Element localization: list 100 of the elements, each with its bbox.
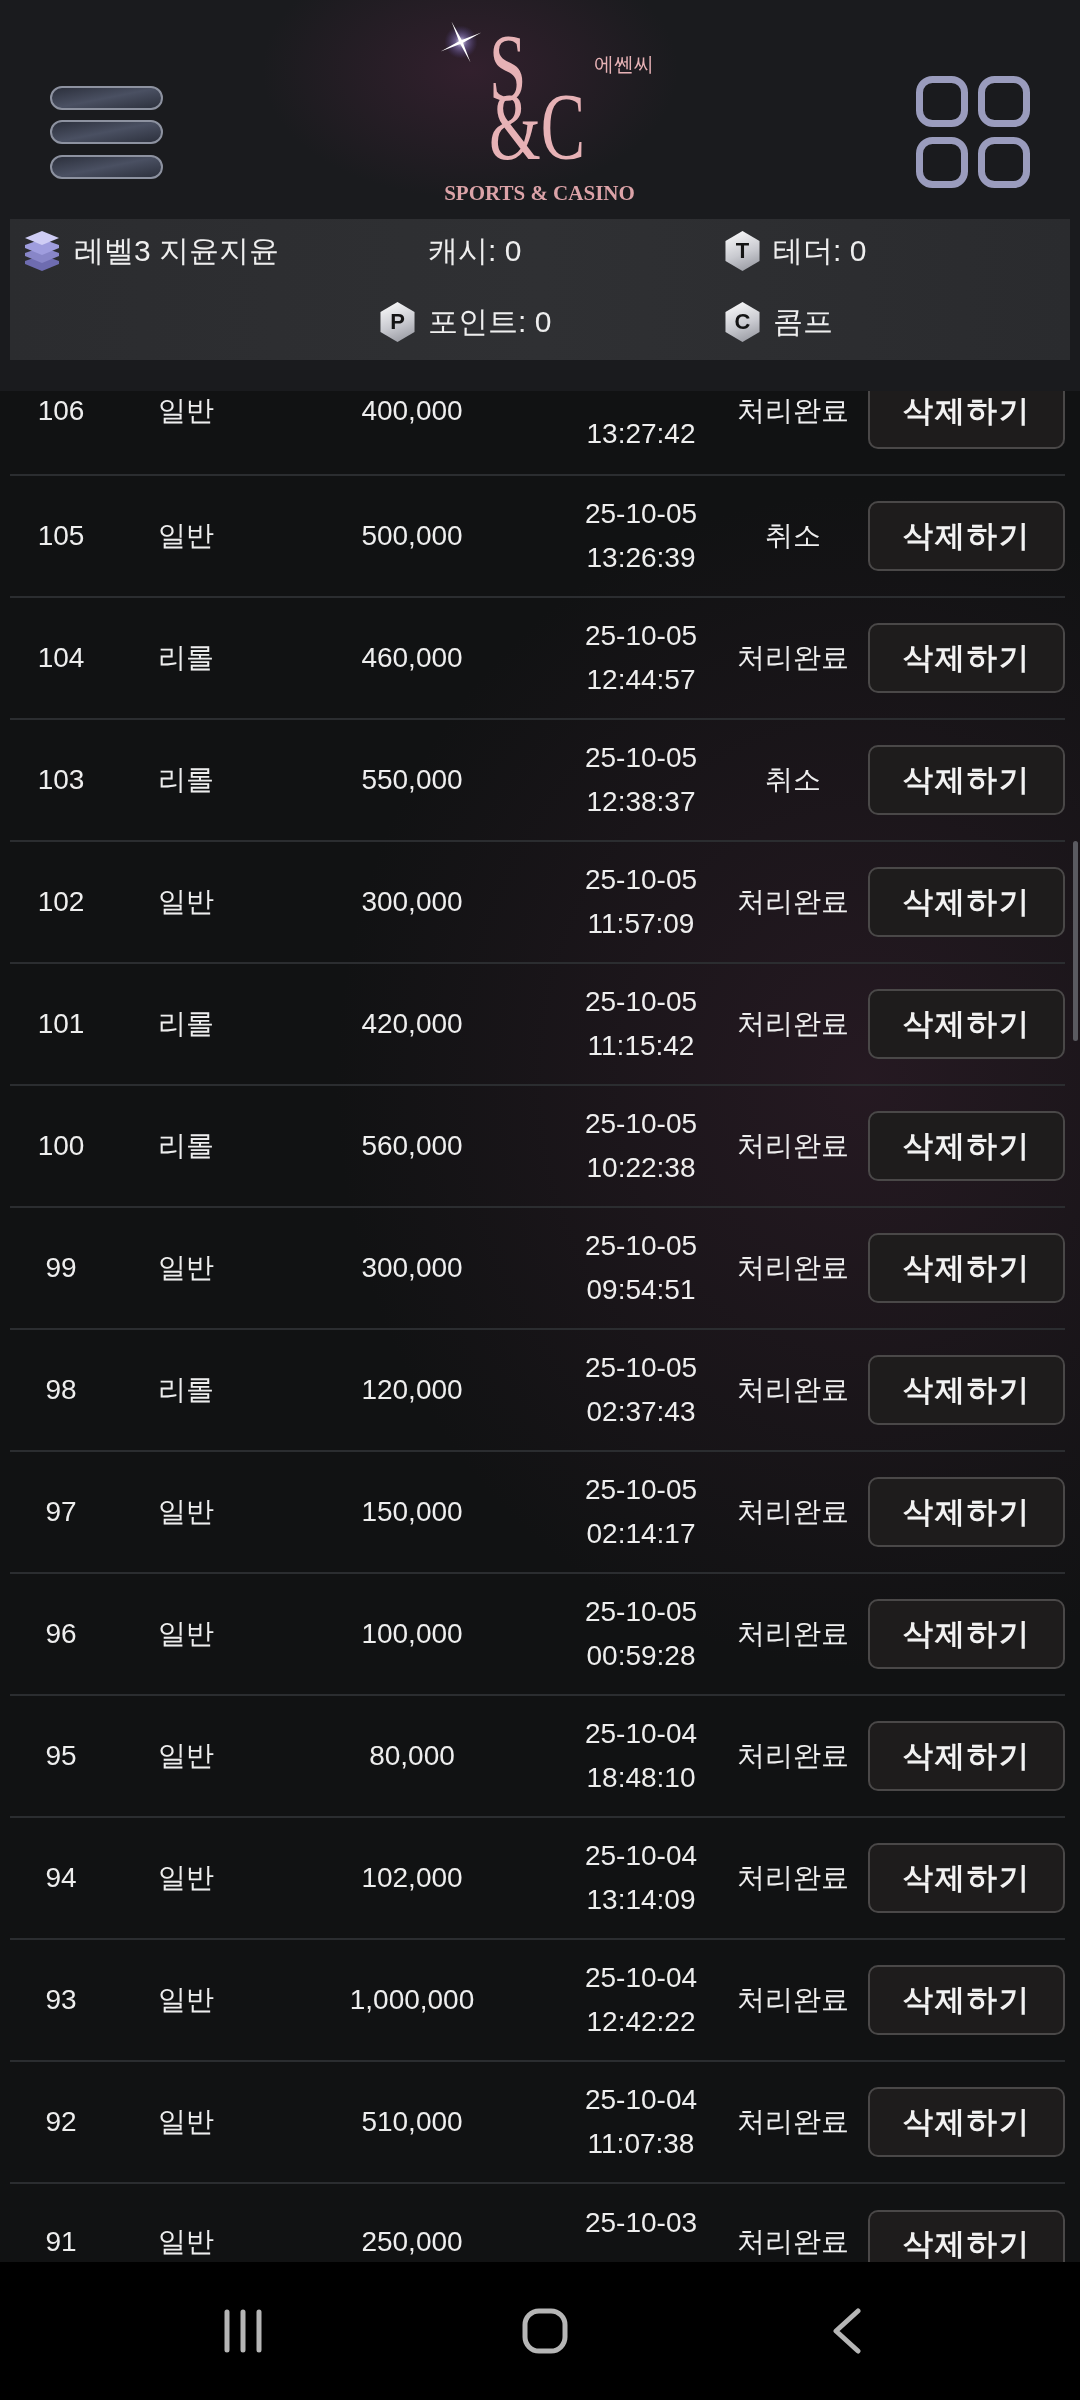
amount: 460,000 (361, 641, 463, 675)
bet-type: 일반 (158, 2225, 214, 2259)
date: 25-10-04 (584, 2083, 698, 2117)
delete-button[interactable]: 삭제하기 (868, 1843, 1065, 1913)
delete-button[interactable]: 삭제하기 (868, 1233, 1065, 1303)
hexagon-badge: P (379, 302, 416, 342)
layers-icon (24, 231, 60, 271)
row-number: 104 (37, 641, 85, 675)
date: 25-10-05 (584, 741, 698, 775)
balance-label: 콤프 (773, 304, 833, 340)
status: 처리완료 (737, 1617, 849, 1651)
menu-icon[interactable] (50, 86, 163, 179)
time: 13:14:09 (586, 1883, 696, 1917)
delete-button[interactable]: 삭제하기 (868, 1721, 1065, 1791)
time: 02:14:17 (586, 1517, 696, 1551)
balance-label: 캐시: 0 (428, 233, 522, 269)
bet-type: 일반 (158, 1495, 214, 1529)
status: 처리완료 (737, 1861, 849, 1895)
amount: 250,000 (361, 2225, 463, 2259)
delete-button[interactable]: 삭제하기 (868, 745, 1065, 815)
status: 처리완료 (737, 1251, 849, 1285)
row-number: 102 (37, 885, 85, 919)
amount: 400,000 (361, 394, 463, 428)
row-number: 91 (45, 2225, 77, 2259)
time: 12:44:57 (586, 663, 696, 697)
delete-button[interactable]: 삭제하기 (868, 867, 1065, 937)
scrollbar-thumb[interactable] (1073, 841, 1078, 1041)
delete-button[interactable]: 삭제하기 (868, 1355, 1065, 1425)
time: 11:07:38 (587, 2127, 695, 2161)
bet-type: 일반 (158, 885, 214, 919)
row-number: 105 (37, 519, 85, 553)
row-number: 96 (45, 1617, 77, 1651)
amount: 500,000 (361, 519, 463, 553)
date: 25-10-04 (584, 1717, 698, 1751)
bet-type: 일반 (158, 1739, 214, 1773)
amount: 1,000,000 (349, 1983, 475, 2017)
delete-button[interactable]: 삭제하기 (868, 623, 1065, 693)
bet-type: 일반 (158, 1983, 214, 2017)
balance-label: 포인트: 0 (428, 304, 552, 340)
status: 처리완료 (737, 885, 849, 919)
time: 00:59:28 (586, 1639, 696, 1673)
row-number: 94 (45, 1861, 77, 1895)
date: 25-10-03 (584, 2206, 698, 2240)
amount: 120,000 (361, 1373, 463, 1407)
delete-button[interactable]: 삭제하기 (868, 989, 1065, 1059)
delete-button[interactable]: 삭제하기 (868, 501, 1065, 571)
recent-apps-icon[interactable] (223, 2309, 263, 2353)
bet-type: 리롤 (158, 641, 214, 675)
hexagon-badge: T (724, 231, 761, 271)
bet-type: 일반 (158, 394, 214, 428)
amount: 560,000 (361, 1129, 463, 1163)
delete-button[interactable]: 삭제하기 (868, 1965, 1065, 2035)
user-level-name: 레벨3 지윤지윤 (74, 233, 280, 269)
date: 25-10-04 (584, 1961, 698, 1995)
home-icon[interactable] (522, 2308, 568, 2354)
status: 처리완료 (737, 394, 849, 428)
date: 25-10-05 (584, 1107, 698, 1141)
row-number: 99 (45, 1251, 77, 1285)
status: 처리완료 (737, 2225, 849, 2259)
time: 12:38:37 (586, 785, 696, 819)
delete-button[interactable]: 삭제하기 (868, 1111, 1065, 1181)
date: 25-10-05 (584, 863, 698, 897)
delete-button[interactable]: 삭제하기 (868, 1477, 1065, 1547)
apps-grid-icon[interactable] (916, 76, 1030, 188)
bet-type: 일반 (158, 519, 214, 553)
bet-type: 일반 (158, 1861, 214, 1895)
delete-button[interactable]: 삭제하기 (868, 1599, 1065, 1669)
date: 25-10-05 (584, 1351, 698, 1385)
amount: 420,000 (361, 1007, 463, 1041)
status: 취소 (765, 519, 821, 553)
date: 25-10-04 (584, 1839, 698, 1873)
row-number: 92 (45, 2105, 77, 2139)
row-number: 97 (45, 1495, 77, 1529)
status: 처리완료 (737, 641, 849, 675)
amount: 80,000 (369, 1739, 455, 1773)
amount: 550,000 (361, 763, 463, 797)
delete-button[interactable]: 삭제하기 (868, 391, 1065, 449)
bet-type: 리롤 (158, 1007, 214, 1041)
row-number: 93 (45, 1983, 77, 2017)
time: 12:42:22 (586, 2005, 696, 2039)
row-number: 100 (37, 1129, 85, 1163)
delete-button[interactable]: 삭제하기 (868, 2087, 1065, 2157)
status: 처리완료 (737, 1007, 849, 1041)
row-number: 95 (45, 1739, 77, 1773)
status: 처리완료 (737, 1983, 849, 2017)
logo-tagline: SPORTS & CASINO (443, 182, 636, 206)
amount: 300,000 (361, 885, 463, 919)
status: 처리완료 (737, 1739, 849, 1773)
status: 처리완료 (737, 2105, 849, 2139)
date: 25-10-05 (584, 1229, 698, 1263)
row-number: 106 (37, 394, 85, 428)
delete-button[interactable]: 삭제하기 (868, 2210, 1065, 2262)
date: 25-10-05 (584, 985, 698, 1019)
status: 처리완료 (737, 1495, 849, 1529)
date: 25-10-05 (584, 497, 698, 531)
back-icon[interactable] (832, 2308, 862, 2354)
time: 11:57:09 (587, 907, 695, 941)
amount: 300,000 (361, 1251, 463, 1285)
logo-korean-text: 에쎈씨 (593, 52, 654, 76)
time: 10:22:38 (586, 1151, 696, 1185)
